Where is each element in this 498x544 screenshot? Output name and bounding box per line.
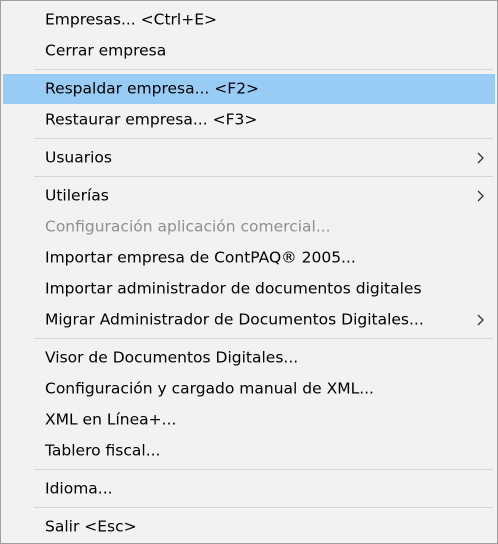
menu-item-label: Utilerías <box>45 186 109 205</box>
menu-item-empresas[interactable]: Empresas... <Ctrl+E> <box>3 5 495 35</box>
menu-item-cerrar-empresa[interactable]: Cerrar empresa <box>3 36 495 66</box>
menu-separator <box>34 507 493 508</box>
menu-item-salir[interactable]: Salir <Esc> <box>3 512 495 542</box>
menu-item-label: Salir <Esc> <box>45 517 137 536</box>
menu-item-label: Migrar Administrador de Documentos Digit… <box>45 310 424 329</box>
menu-item-configuracion-cargado-xml[interactable]: Configuración y cargado manual de XML... <box>3 374 495 404</box>
menu-item-tablero-fiscal[interactable]: Tablero fiscal... <box>3 436 495 466</box>
context-menu: Empresas... <Ctrl+E> Cerrar empresa Resp… <box>0 0 498 544</box>
menu-item-label: XML en Línea+... <box>45 410 177 429</box>
menu-item-label: Usuarios <box>45 148 112 167</box>
menu-item-configuracion-aplicacion-comercial: Configuración aplicación comercial... <box>3 212 495 242</box>
menu-item-importar-empresa-contpaq[interactable]: Importar empresa de ContPAQ® 2005... <box>3 243 495 273</box>
menu-separator <box>34 176 493 177</box>
menu-item-respaldar-empresa[interactable]: Respaldar empresa... <F2> <box>3 74 495 104</box>
chevron-right-icon <box>477 314 484 326</box>
menu-item-xml-en-linea[interactable]: XML en Línea+... <box>3 405 495 435</box>
menu-item-label: Configuración y cargado manual de XML... <box>45 379 374 398</box>
menu-item-label: Respaldar empresa... <F2> <box>45 79 260 98</box>
menu-item-importar-administrador-documentos[interactable]: Importar administrador de documentos dig… <box>3 274 495 304</box>
menu-item-utilerias[interactable]: Utilerías <box>3 181 495 211</box>
menu-item-usuarios[interactable]: Usuarios <box>3 143 495 173</box>
menu-item-visor-documentos-digitales[interactable]: Visor de Documentos Digitales... <box>3 343 495 373</box>
menu-item-migrar-administrador-documentos[interactable]: Migrar Administrador de Documentos Digit… <box>3 305 495 335</box>
menu-item-label: Idioma... <box>45 479 113 498</box>
menu-item-label: Importar administrador de documentos dig… <box>45 279 422 298</box>
chevron-right-icon <box>477 152 484 164</box>
menu-separator <box>34 138 493 139</box>
menu-item-idioma[interactable]: Idioma... <box>3 474 495 504</box>
menu-item-label: Empresas... <Ctrl+E> <box>45 10 217 29</box>
menu-item-label: Importar empresa de ContPAQ® 2005... <box>45 248 356 267</box>
menu-item-label: Tablero fiscal... <box>45 441 161 460</box>
chevron-right-icon <box>477 190 484 202</box>
menu-item-label: Configuración aplicación comercial... <box>45 217 331 236</box>
menu-item-restaurar-empresa[interactable]: Restaurar empresa... <F3> <box>3 105 495 135</box>
menu-item-label: Restaurar empresa... <F3> <box>45 110 258 129</box>
menu-item-label: Cerrar empresa <box>45 41 167 60</box>
menu-item-label: Visor de Documentos Digitales... <box>45 348 299 367</box>
menu-separator <box>34 69 493 70</box>
menu-separator <box>34 338 493 339</box>
menu-separator <box>34 469 493 470</box>
